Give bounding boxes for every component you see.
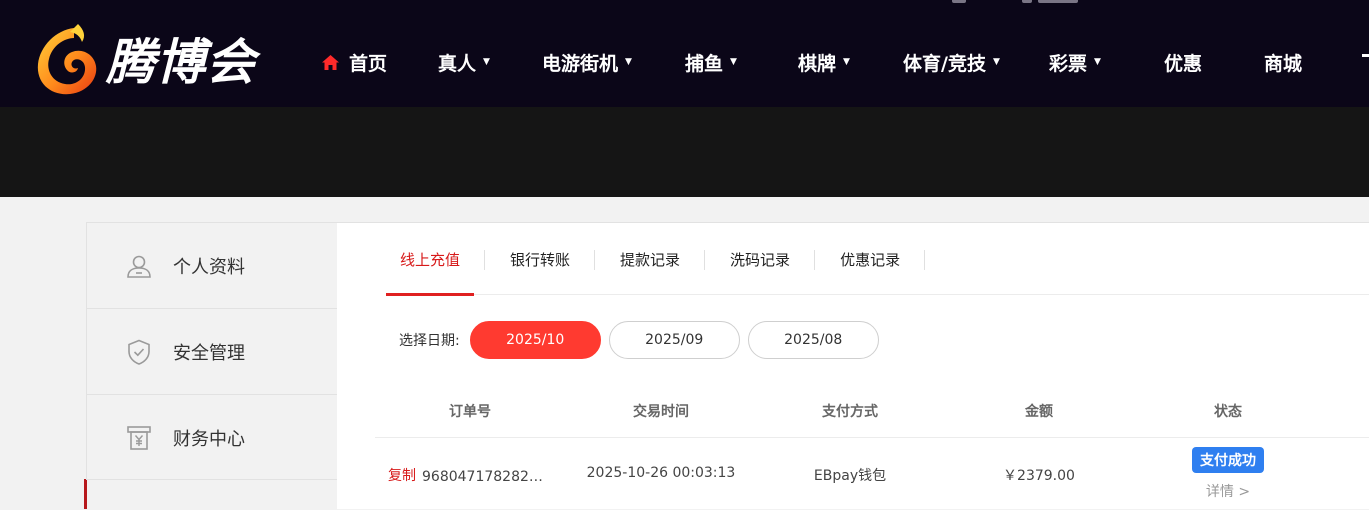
nav-label: 真人 [438,52,477,75]
nav-item-sports[interactable]: 体育/竞技 ▼ [903,48,1000,76]
tab-bank-transfer[interactable]: 银行转账 [510,249,596,270]
date-filter: 选择日期: 2025/10 2025/09 2025/08 [399,320,887,360]
amount: ￥2379.00 [1003,468,1075,484]
nav-label: 首页 [349,52,388,75]
nav-item-fishing[interactable]: 捕鱼 ▼ [685,48,737,76]
nav-item-promotions[interactable]: 优惠 [1164,48,1202,76]
hero-banner [0,107,1369,197]
tabs-divider [386,294,1369,295]
sidebar-item-profile[interactable]: 个人资料 [87,223,337,309]
nav-item-cards[interactable]: 棋牌 ▼ [798,48,850,76]
top-header: 腾博会 首页 真人 ▼ 电游街机 ▼ 捕鱼 ▼ 棋牌 ▼ 体育/竞技 ▼ 彩票 ▼ 优惠 [0,0,1369,107]
nav-label: 体育/竞技 [903,52,986,75]
sidebar-item-finance[interactable]: 财务中心 [87,395,337,481]
tab-online-deposit[interactable]: 线上充值 [386,249,486,270]
nav-label: 棋牌 [798,52,837,75]
caret-down-icon: ▼ [625,57,632,67]
nav-item-lottery[interactable]: 彩票 ▼ [1049,48,1101,76]
column-header-status: 状态 [1214,404,1242,420]
nav-label: 彩票 [1049,52,1088,75]
nav-label: 捕鱼 [685,52,724,75]
nav-item-live[interactable]: 真人 ▼ [438,48,490,76]
payment-method: EBpay钱包 [813,468,887,484]
user-icon [127,255,151,278]
column-header-order-no: 订单号 [449,404,491,420]
date-option-button[interactable]: 2025/10 [469,321,601,359]
tab-withdrawal-records[interactable]: 提款记录 [620,249,706,270]
shield-check-icon [128,339,150,365]
caret-down-icon: ▼ [730,57,737,67]
column-header-amount: 金额 [1025,404,1053,420]
nav-item-overflow[interactable] [1362,48,1369,76]
column-header-time: 交易时间 [633,404,689,420]
table-header: 订单号 交易时间 支付方式 金额 状态 [375,387,1369,438]
nav-item-home[interactable]: 首页 [321,48,387,76]
nav-label: 优惠 [1164,52,1203,75]
record-tabs: 线上充值 银行转账 提款记录 洗码记录 优惠记录 [386,223,950,295]
sidebar-accent-line [84,479,87,509]
order-cell: 复制 968047178282566 [388,465,547,485]
caret-down-icon: ▼ [843,57,850,67]
tab-promotion-records[interactable]: 优惠记录 [840,249,926,270]
nav-label: 商城 [1264,52,1303,75]
active-tab-indicator [386,293,474,296]
nav-item-mall[interactable]: 商城 [1264,48,1302,76]
transaction-time: 2025-10-26 00:03:13 [586,465,736,481]
order-number: 968047178282566 [422,469,547,485]
finance-panel: 线上充值 银行转账 提款记录 洗码记录 优惠记录 选择日期: 2025/10 2… [337,222,1369,509]
sidebar-item-label: 安全管理 [173,342,245,364]
caret-down-icon: ▼ [992,57,1000,67]
caret-down-icon: ▼ [483,57,490,67]
detail-link[interactable]: 详情 > [1206,481,1250,501]
nav-item-slots[interactable]: 电游街机 ▼ [542,48,632,76]
caret-down-icon: ▼ [1094,57,1101,67]
sidebar-item-security[interactable]: 安全管理 [87,309,337,395]
column-header-method: 支付方式 [822,404,878,420]
home-icon [322,54,339,70]
nav-label: 电游街机 [542,52,619,75]
sidebar-item-label: 财务中心 [173,429,245,450]
tab-rebate-records[interactable]: 洗码记录 [730,249,816,270]
status-badge: 支付成功 [1192,447,1264,473]
date-filter-label: 选择日期: [399,333,460,349]
main-nav: 首页 真人 ▼ 电游街机 ▼ 捕鱼 ▼ 棋牌 ▼ 体育/竞技 ▼ 彩票 ▼ 优惠 商城 [0,0,1369,107]
copy-order-link[interactable]: 复制 [388,468,416,484]
yen-receipt-icon [127,426,151,450]
date-option-button[interactable]: 2025/08 [747,321,879,359]
table-row: 复制 968047178282566 2025-10-26 00:03:13 EB… [375,438,1369,510]
sidebar-item-label: 个人资料 [173,256,245,278]
account-sidebar: 个人资料 安全管理 财务中心 [86,222,337,480]
date-option-button[interactable]: 2025/09 [608,321,740,359]
